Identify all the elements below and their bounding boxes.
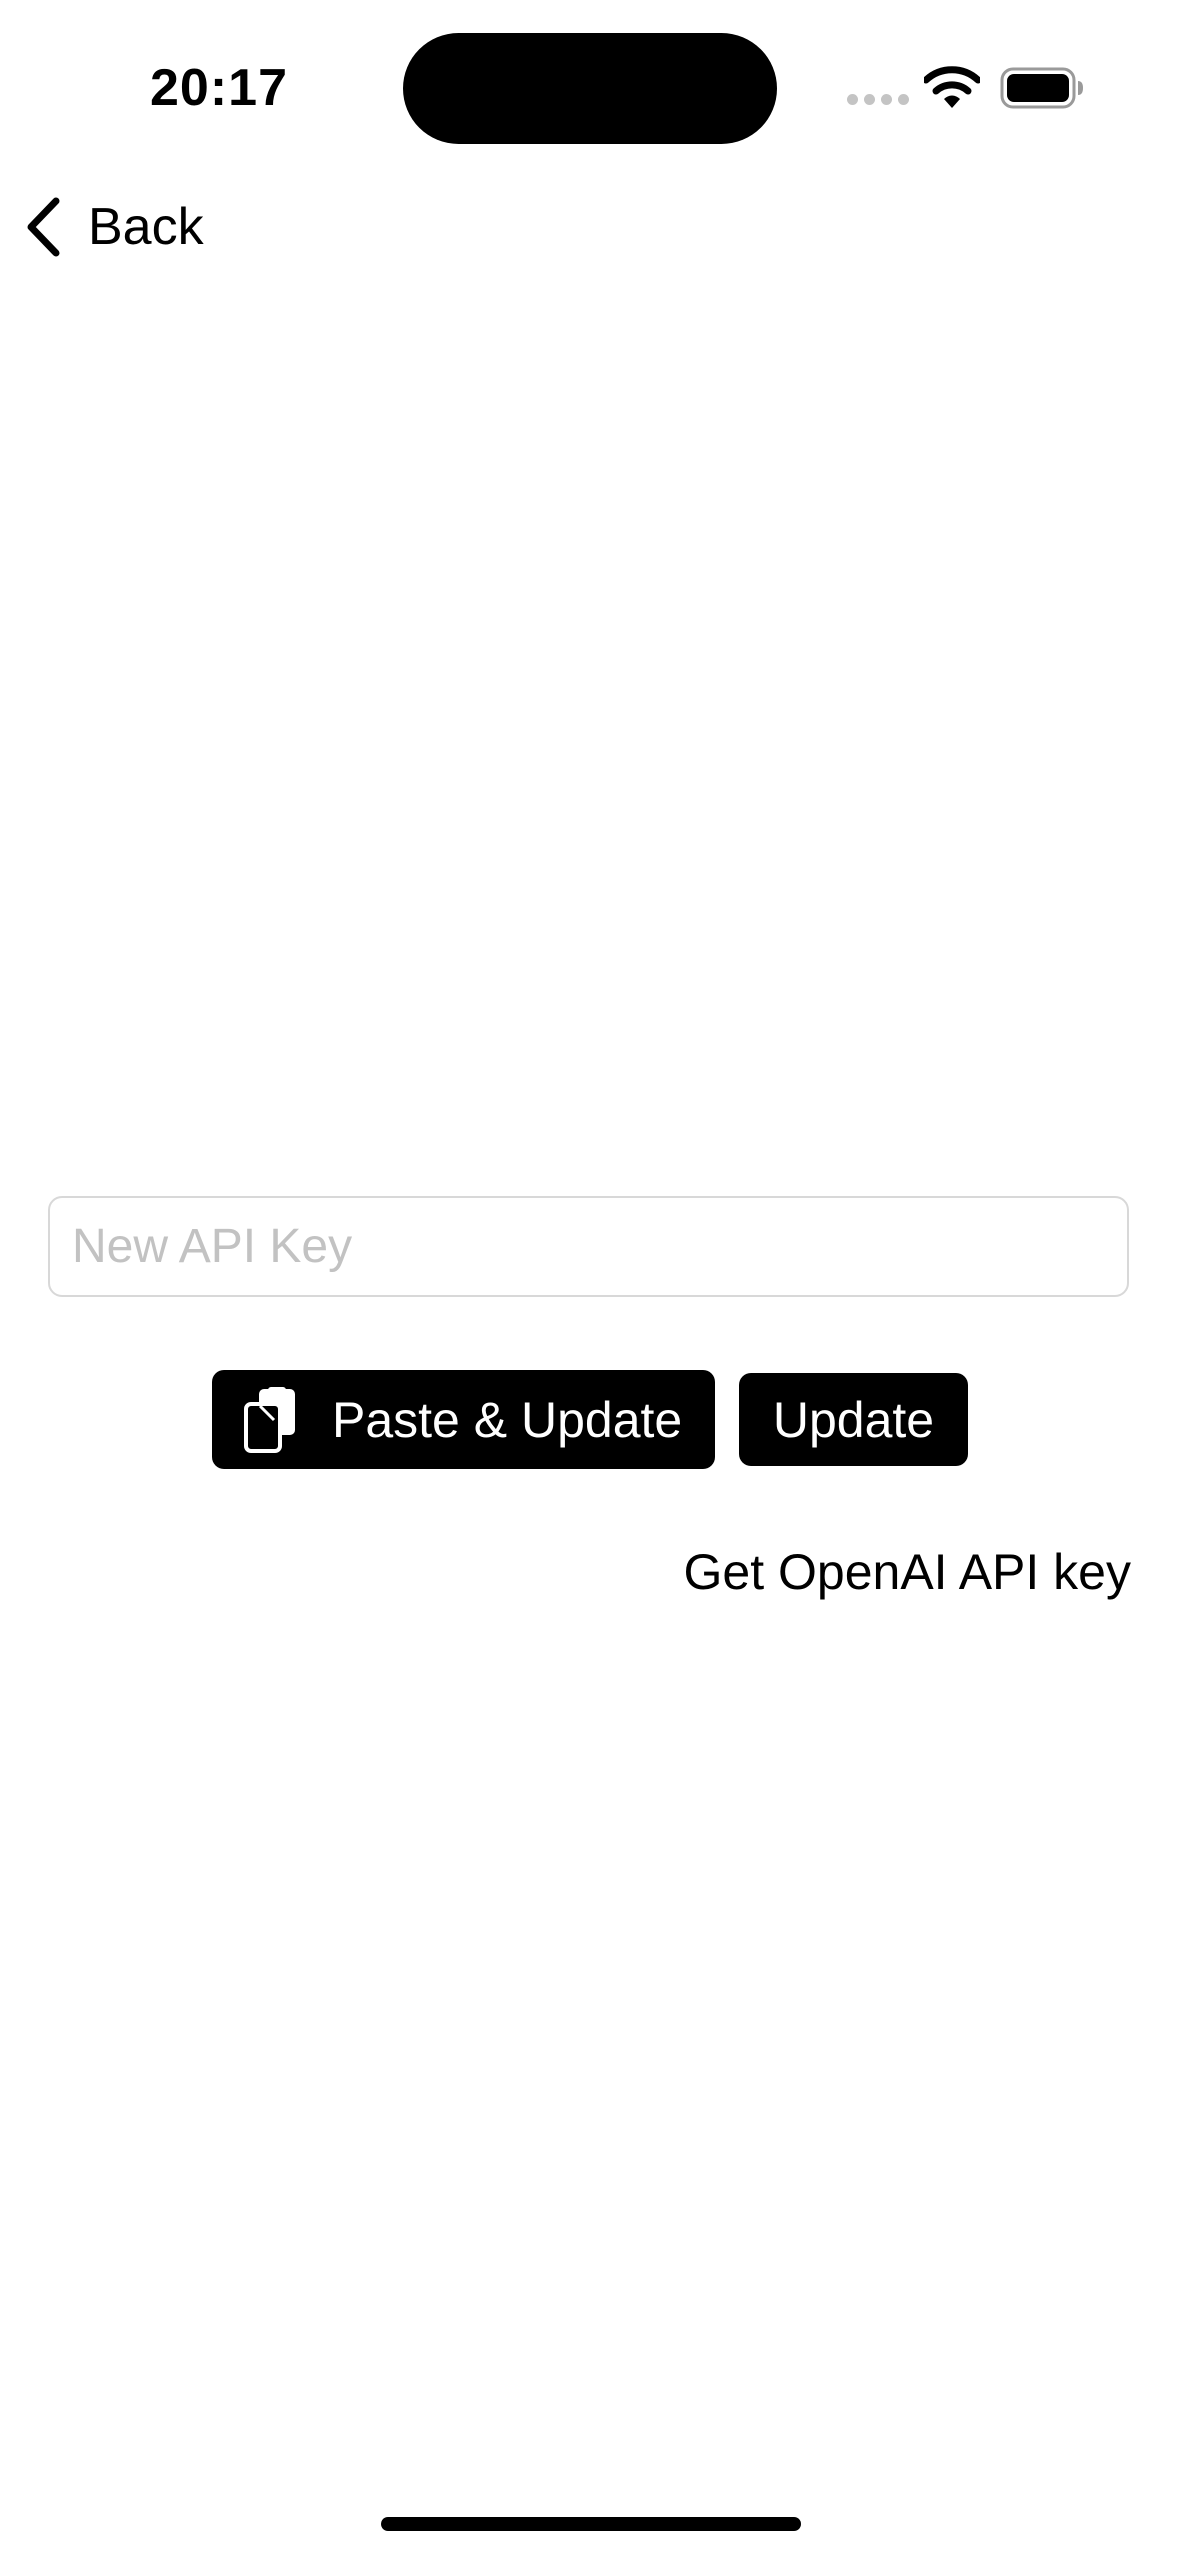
get-openai-api-key-link[interactable]: Get OpenAI API key xyxy=(684,1540,1131,1604)
back-button[interactable]: Back xyxy=(22,190,204,264)
status-time: 20:17 xyxy=(150,59,288,117)
paste-and-update-button[interactable]: Paste & Update xyxy=(212,1370,715,1469)
battery-icon xyxy=(1000,67,1083,109)
wifi-icon xyxy=(924,66,980,108)
chevron-left-icon xyxy=(27,197,60,257)
api-key-input[interactable] xyxy=(48,1196,1129,1297)
cellular-signal-icon xyxy=(847,94,909,108)
update-label: Update xyxy=(772,1391,935,1448)
clipboard-icon xyxy=(244,1386,295,1453)
paste-and-update-label: Paste & Update xyxy=(332,1391,683,1448)
back-label: Back xyxy=(88,198,204,256)
update-button[interactable]: Update xyxy=(739,1373,968,1466)
dynamic-island xyxy=(403,33,777,144)
home-indicator[interactable] xyxy=(381,2517,801,2531)
